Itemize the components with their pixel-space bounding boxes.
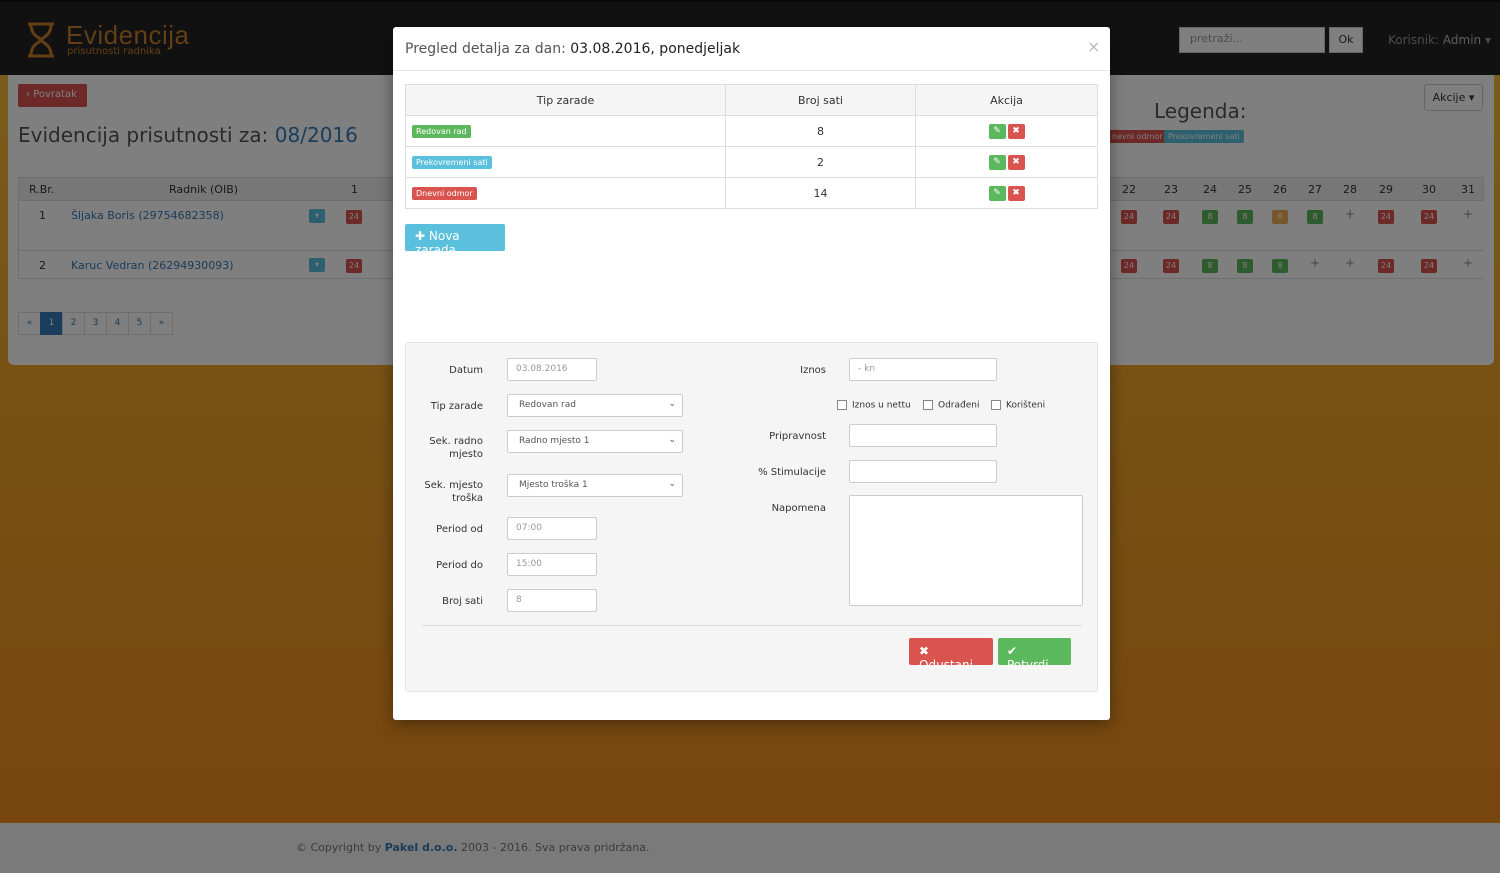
pripravnost-label: Pripravnost [769,431,826,442]
delete-icon[interactable]: ✖ [1007,186,1025,201]
earning-hours: 8 [725,115,916,147]
new-earning-button[interactable]: ✚ Nova zarada [405,224,505,257]
col-header-akcija: Akcija [915,84,1098,116]
modal-title-prefix: Pregled detalja za dan: [405,41,566,57]
datum-input[interactable]: 03.08.2016 [507,358,597,381]
cancel-button[interactable]: ✖ Odustani [909,638,993,672]
koristeni-checkbox[interactable]: Korišteni [991,400,1045,411]
broj-sati-label: Broj sati [442,596,483,607]
form-divider [422,625,1082,626]
col-header-sati: Broj sati [725,84,916,116]
modal-title: Pregled detalja za dan: 03.08.2016, pone… [405,41,740,57]
edit-icon[interactable]: ✎ [988,155,1006,170]
sek-radno-label: Sek. radno mjesto [429,436,483,460]
table-row: Redovan rad 8 ✎ ✖ [405,115,1098,147]
odradeni-checkbox[interactable]: Odrađeni [923,400,979,411]
sek-radno-value: Radno mjesto 1 [519,436,590,446]
iznos-input[interactable]: - kn [849,358,997,381]
period-do-input[interactable]: 15:00 [507,553,597,576]
confirm-button[interactable]: ✔ Potvrdi [998,638,1071,672]
period-do-label: Period do [436,560,483,571]
chevron-down-icon: ⌄ [668,435,676,445]
modal-header: Pregled detalja za dan: 03.08.2016, pone… [393,27,1110,71]
iznos-netto-label: Iznos u nettu [852,400,911,411]
checkbox-icon [923,400,933,410]
earning-type-badge: Redovan rad [412,125,471,138]
napomena-textarea[interactable] [849,495,1083,606]
delete-icon[interactable]: ✖ [1007,124,1025,139]
table-row: Prekovremeni sati 2 ✎ ✖ [405,146,1098,178]
koristeni-label: Korišteni [1006,400,1046,411]
edit-icon[interactable]: ✎ [988,124,1006,139]
odradeni-label: Odrađeni [938,400,980,411]
tip-label: Tip zarade [430,401,483,412]
iznos-netto-checkbox[interactable]: Iznos u nettu [837,400,911,411]
period-od-input[interactable]: 07:00 [507,517,597,540]
earning-hours: 2 [725,146,916,178]
tip-select-value: Redovan rad [519,400,576,410]
pripravnost-input[interactable] [849,424,997,447]
confirm-label: Potvrdi [1007,658,1049,672]
checkbox-icon [991,400,1001,410]
iznos-label: Iznos [800,365,826,376]
sek-radno-select[interactable]: Radno mjesto 1 ⌄ [507,430,683,453]
period-od-label: Period od [436,524,483,535]
broj-sati-input[interactable]: 8 [507,589,597,612]
earning-form: Datum 03.08.2016 Tip zarade Redovan rad … [405,342,1098,692]
col-header-tip: Tip zarade [405,84,726,116]
checkbox-icon [837,400,847,410]
earning-type-badge: Prekovremeni sati [412,156,492,169]
stimulacija-label: % Stimulacije [758,467,826,478]
sek-trosak-label: Sek. mjesto troška [424,480,483,504]
edit-icon[interactable]: ✎ [988,186,1006,201]
modal-title-date: 03.08.2016, ponedjeljak [570,41,741,57]
chevron-down-icon: ⌄ [668,399,676,409]
napomena-label: Napomena [771,503,826,514]
cancel-label: Odustani [919,658,973,672]
sek-trosak-select[interactable]: Mjesto troška 1 ⌄ [507,474,683,497]
stimulacija-input[interactable] [849,460,997,483]
datum-label: Datum [449,365,483,376]
day-details-modal: Pregled detalja za dan: 03.08.2016, pone… [393,27,1110,720]
earning-type-badge: Dnevni odmor [412,187,477,200]
close-icon: ✖ [919,644,930,658]
sek-trosak-value: Mjesto troška 1 [519,480,588,490]
tip-select[interactable]: Redovan rad ⌄ [507,394,683,417]
plus-icon: ✚ [415,229,426,243]
earning-hours: 14 [725,177,916,209]
close-icon[interactable]: × [1087,37,1100,56]
delete-icon[interactable]: ✖ [1007,155,1025,170]
chevron-down-icon: ⌄ [668,479,676,489]
check-icon: ✔ [1007,644,1018,658]
table-row: Dnevni odmor 14 ✎ ✖ [405,177,1098,209]
earnings-table: Tip zarade Broj sati Akcija Redovan rad … [405,84,1098,209]
